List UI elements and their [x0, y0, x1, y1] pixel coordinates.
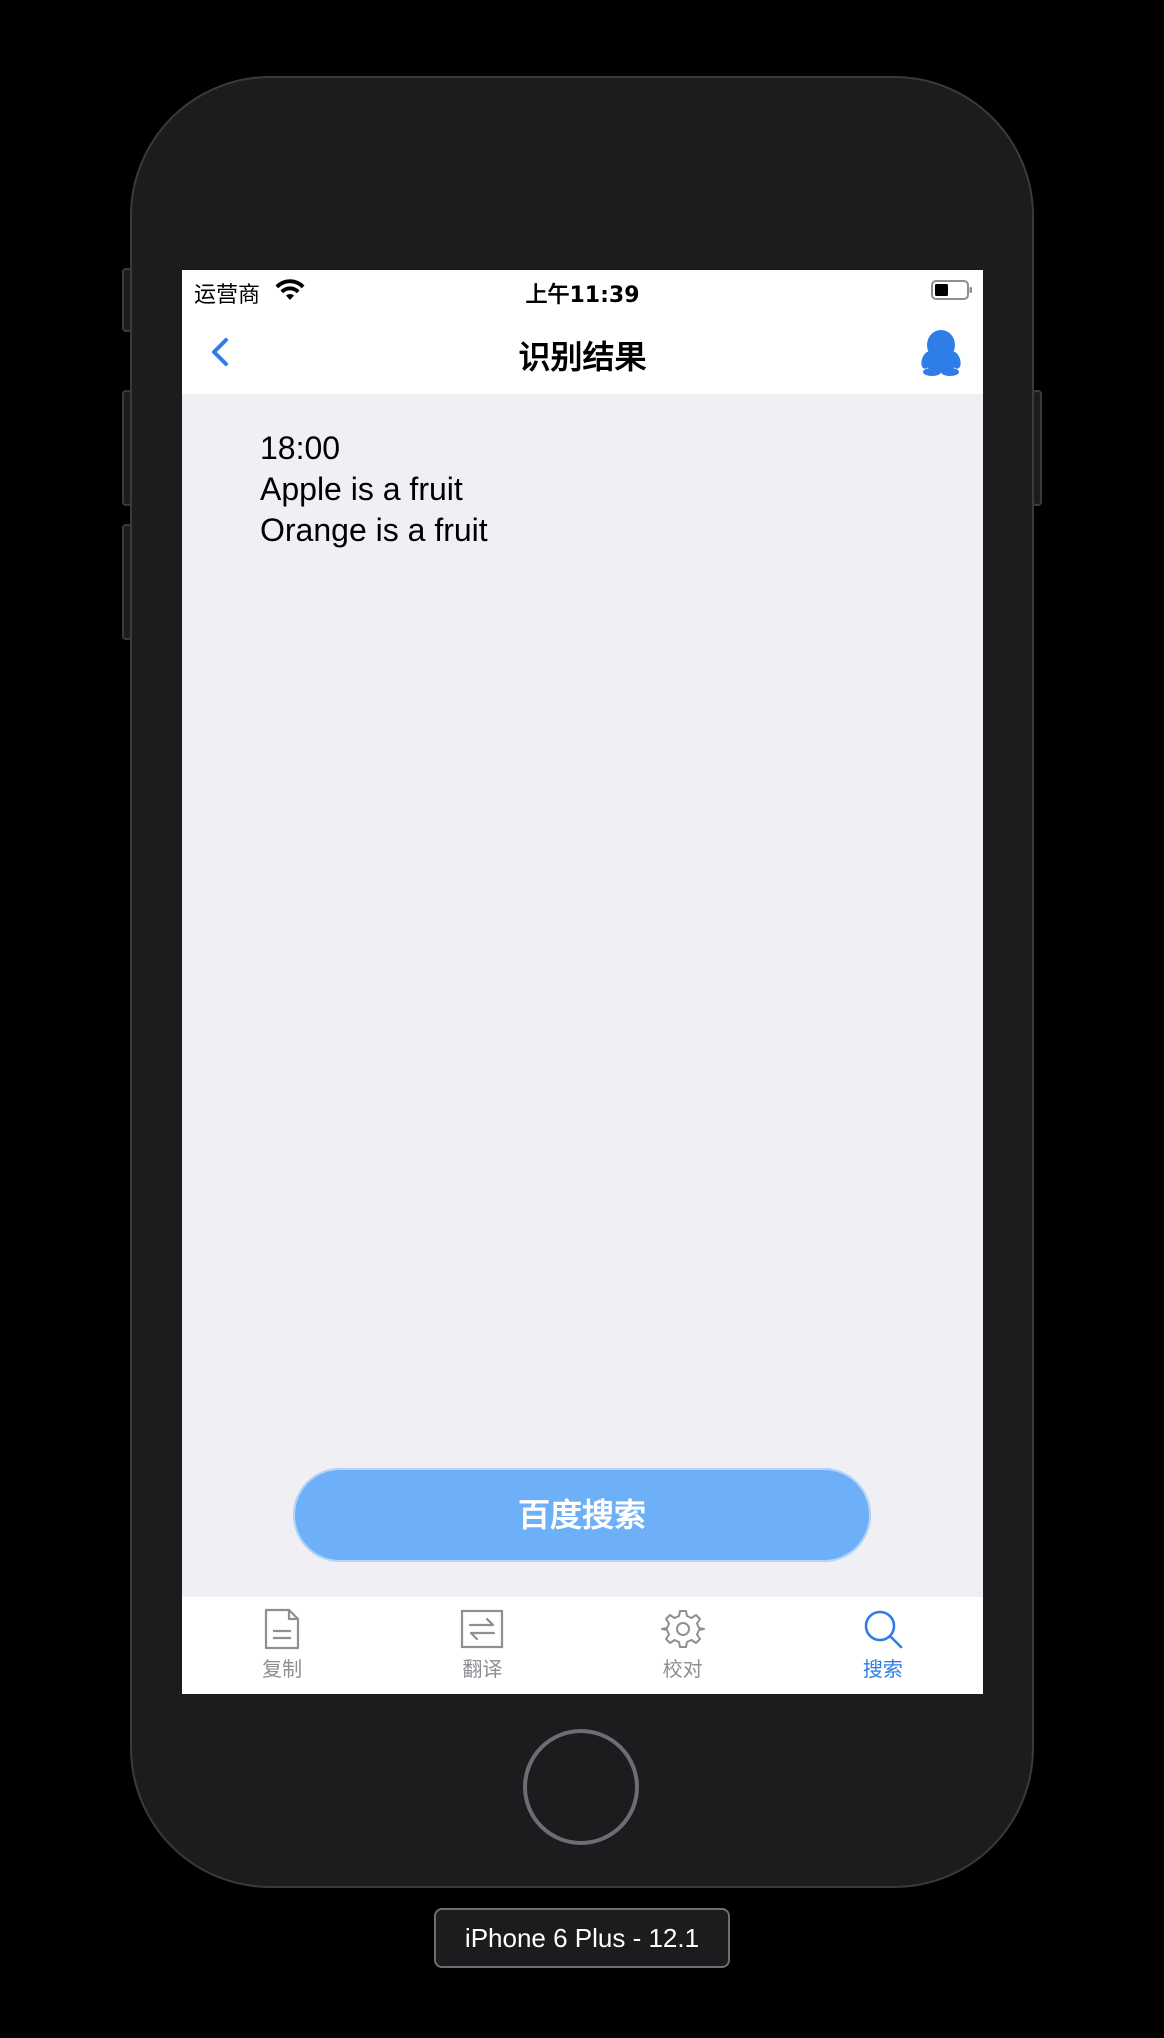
status-bar: 运营商 上午11:39	[182, 270, 983, 310]
tab-label: 校对	[662, 1657, 703, 1681]
device-label: iPhone 6 Plus - 12.1	[434, 1908, 730, 1968]
navigation-bar: 识别结果	[182, 310, 983, 394]
qq-penguin-icon[interactable]	[919, 328, 963, 376]
battery-icon	[931, 280, 972, 300]
result-line: Orange is a fruit	[260, 512, 488, 548]
recognition-result-text: 18:00 Apple is a fruit Orange is a fruit	[260, 428, 488, 551]
power-button	[1032, 390, 1042, 506]
status-time: 上午11:39	[525, 283, 640, 308]
document-icon	[265, 1608, 300, 1650]
tab-search[interactable]: 搜索	[783, 1597, 983, 1694]
search-icon	[864, 1610, 903, 1649]
page-title: 识别结果	[518, 338, 647, 376]
app-screen: 运营商 上午11:39 识别结果 18:00 Apple is a fruit	[182, 270, 983, 1694]
tab-label: 搜索	[862, 1657, 903, 1681]
tab-proofread[interactable]: 校对	[583, 1597, 783, 1694]
home-button[interactable]	[523, 1729, 639, 1845]
result-line: 18:00	[260, 430, 341, 466]
translate-arrows-icon	[461, 1609, 504, 1649]
tab-label: 翻译	[462, 1657, 503, 1681]
tab-translate[interactable]: 翻译	[382, 1597, 582, 1694]
tab-label: 复制	[262, 1657, 303, 1681]
volume-up-button	[122, 390, 132, 506]
tab-bar: 复制 翻译 校对 搜索	[182, 1597, 983, 1694]
result-line: Apple is a fruit	[260, 471, 463, 507]
mute-switch	[122, 268, 132, 332]
volume-down-button	[122, 524, 132, 640]
gear-icon	[660, 1610, 705, 1648]
baidu-search-button[interactable]: 百度搜索	[293, 1468, 871, 1562]
tab-copy[interactable]: 复制	[182, 1597, 382, 1694]
